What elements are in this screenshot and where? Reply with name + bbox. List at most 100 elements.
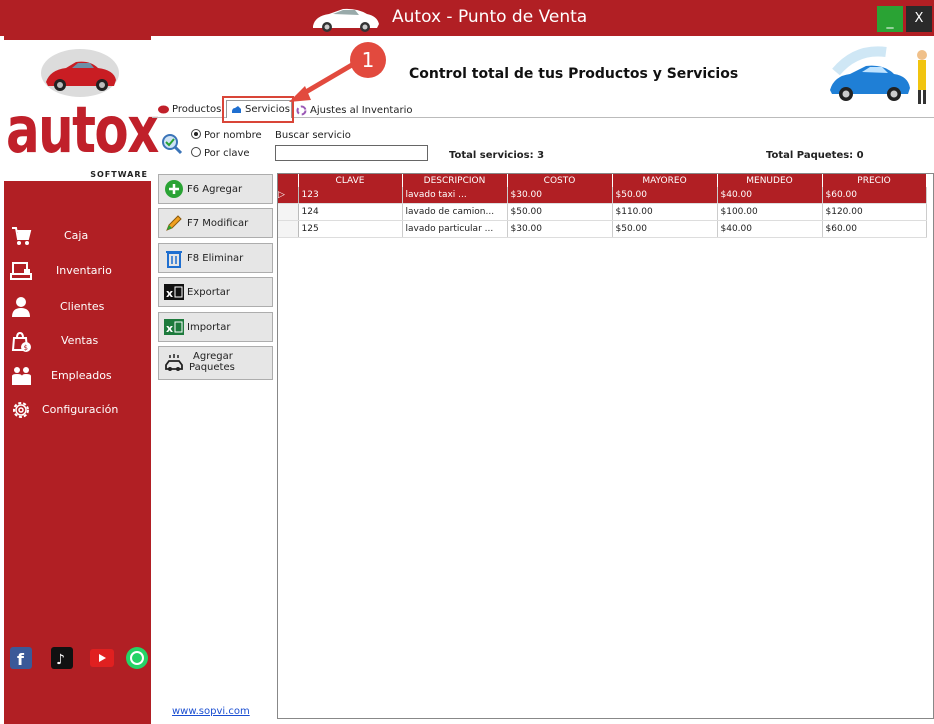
column-header[interactable]: DESCRIPCION (402, 174, 508, 187)
trash-icon (166, 251, 182, 268)
add-button[interactable]: F6 Agregar (158, 174, 273, 204)
table-cell: lavado de camion... (402, 203, 508, 221)
services-table: CLAVE DESCRIPCION COSTO MAYOREO MENUDEO … (278, 174, 927, 238)
minimize-button[interactable]: _ (877, 6, 903, 32)
sidebar-label-empleados: Empleados (51, 369, 112, 382)
sidebar-item-caja[interactable]: Caja (4, 221, 151, 251)
website-link[interactable]: www.sopvi.com (172, 706, 250, 717)
delete-button[interactable]: F8 Eliminar (158, 243, 273, 273)
edit-button[interactable]: F7 Modificar (158, 208, 273, 238)
table-cell: lavado particular ... (402, 220, 508, 238)
tiktok-icon[interactable]: ♪ (51, 647, 73, 669)
sidebar-label-clientes: Clientes (60, 300, 105, 313)
table-cell: $110.00 (612, 203, 718, 221)
table-cell: $40.00 (717, 187, 823, 204)
table-cell: $50.00 (507, 203, 613, 221)
table-cell: 124 (298, 203, 403, 221)
table-cell: $50.00 (612, 220, 718, 238)
svg-text:x: x (166, 322, 173, 335)
column-header[interactable]: CLAVE (298, 174, 403, 187)
tab-highlight-box (222, 96, 294, 123)
sidebar-label-caja: Caja (64, 229, 89, 242)
add-packages-line2: Paquetes (189, 362, 235, 373)
table-cell: $120.00 (822, 203, 927, 221)
autox-logo: autox SOFTWARE (4, 40, 159, 181)
add-packages-label: Agregar Paquetes (189, 351, 235, 373)
sidebar-item-ventas[interactable]: $ Ventas (4, 326, 151, 356)
row-selector (278, 220, 299, 238)
radio-dot-selected (191, 129, 201, 139)
sidebar-label-configuracion: Configuración (42, 403, 119, 416)
import-button-label: Importar (187, 322, 231, 333)
youtube-icon[interactable] (90, 649, 114, 667)
callout-badge: 1 (350, 42, 386, 78)
search-label: Buscar servicio (275, 130, 351, 141)
table-row[interactable]: ▷ 123 lavado taxi ... $30.00 $50.00 $40.… (278, 187, 927, 204)
add-icon (165, 180, 183, 198)
table-row[interactable]: 124 lavado de camion... $50.00 $110.00 $… (278, 203, 927, 221)
employees-icon (12, 367, 31, 385)
radio-by-code-label: Por clave (204, 148, 250, 159)
radio-dot (191, 147, 201, 157)
car-wash-icon (165, 354, 183, 371)
export-button-label: Exportar (187, 287, 230, 298)
user-icon (12, 297, 30, 317)
page-title: Control total de tus Productos y Servici… (409, 66, 739, 82)
search-input[interactable] (275, 145, 428, 161)
excel-export-icon: x (164, 284, 184, 300)
row-header-corner (278, 174, 299, 187)
add-packages-line1: Agregar (193, 351, 233, 362)
close-button[interactable]: X (906, 6, 932, 32)
whatsapp-icon[interactable] (126, 647, 148, 669)
car-wash-image (830, 46, 927, 104)
radio-by-name-label: Por nombre (204, 130, 262, 141)
add-packages-button[interactable]: Agregar Paquetes (158, 346, 273, 380)
svg-text:x: x (166, 287, 173, 300)
import-button[interactable]: x Importar (158, 312, 273, 342)
column-header[interactable]: MENUDEO (717, 174, 823, 187)
money-bag-icon: $ (11, 331, 31, 352)
sidebar-item-clientes[interactable]: Clientes (4, 292, 151, 322)
title-bar: Autox - Punto de Venta _ X (0, 0, 934, 36)
table-cell: $50.00 (612, 187, 718, 204)
sidebar: autox SOFTWARE Caja Inventario Clientes (4, 36, 159, 724)
row-selector-icon: ▷ (278, 187, 299, 204)
search-icon (162, 134, 183, 155)
sidebar-item-configuracion[interactable]: Configuración (4, 395, 151, 425)
table-cell: $60.00 (822, 220, 927, 238)
table-cell: $30.00 (507, 220, 613, 238)
table-cell: 123 (298, 187, 403, 204)
register-icon (10, 262, 32, 280)
car-logo-icon (313, 8, 379, 32)
excel-import-icon: x (164, 319, 184, 335)
services-grid: CLAVE DESCRIPCION COSTO MAYOREO MENUDEO … (277, 173, 934, 719)
column-header[interactable]: PRECIO (822, 174, 927, 187)
facebook-icon[interactable]: f (10, 647, 32, 669)
total-services: Total servicios: 3 (449, 150, 545, 161)
sidebar-item-inventario[interactable]: Inventario (4, 256, 151, 286)
window-title: Autox - Punto de Venta (392, 7, 588, 27)
table-cell: $40.00 (717, 220, 823, 238)
gear-icon (13, 402, 29, 418)
total-packages: Total Paquetes: 0 (766, 150, 864, 161)
table-header-row: CLAVE DESCRIPCION COSTO MAYOREO MENUDEO … (278, 174, 927, 187)
product-icon (158, 105, 169, 114)
sidebar-item-empleados[interactable]: Empleados (4, 361, 151, 391)
add-button-label: F6 Agregar (187, 184, 243, 195)
cart-icon (12, 227, 32, 245)
table-cell: 125 (298, 220, 403, 238)
edit-button-label: F7 Modificar (187, 218, 249, 229)
delete-button-label: F8 Eliminar (187, 253, 244, 264)
table-cell: $30.00 (507, 187, 613, 204)
table-row[interactable]: 125 lavado particular ... $30.00 $50.00 … (278, 220, 927, 238)
table-cell: lavado taxi ... (402, 187, 508, 204)
svg-text:$: $ (24, 344, 28, 352)
radio-by-name[interactable]: Por nombre (191, 129, 262, 141)
export-button[interactable]: x Exportar (158, 277, 273, 307)
row-selector (278, 203, 299, 221)
column-header[interactable]: COSTO (507, 174, 613, 187)
sidebar-label-inventario: Inventario (56, 264, 112, 277)
radio-by-code[interactable]: Por clave (191, 147, 250, 159)
refresh-icon (296, 105, 307, 116)
column-header[interactable]: MAYOREO (612, 174, 718, 187)
